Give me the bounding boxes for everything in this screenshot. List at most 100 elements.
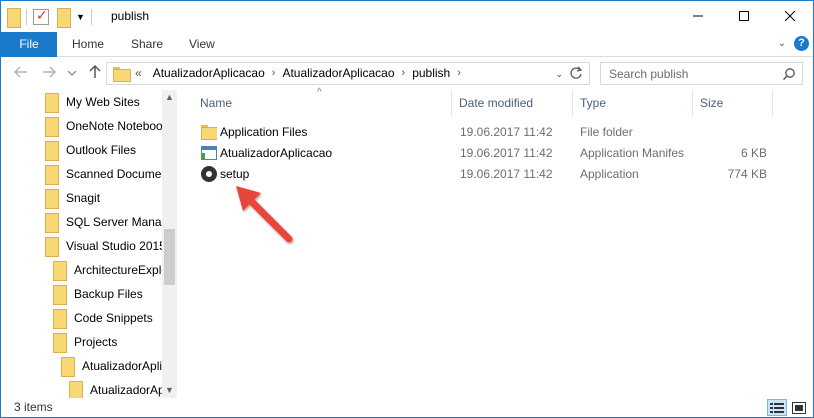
quick-access-toolbar: ▼ [7,7,98,28]
column-header-date-modified[interactable]: Date modified [459,90,533,116]
column-header-name[interactable]: Name [200,90,232,116]
customize-toolbar-dropdown[interactable]: ▼ [76,12,85,22]
forward-button[interactable] [41,64,57,80]
maximize-button[interactable] [721,1,767,31]
back-button[interactable] [13,64,29,80]
window-title: publish [111,9,150,23]
sidebar-item[interactable]: ArchitectureExplorer [53,258,162,282]
sidebar-item-label: OneNote Notebooks [66,119,162,133]
folder-icon [201,124,217,145]
sidebar-item[interactable]: Snagit [45,186,162,210]
divider[interactable] [451,90,452,116]
recent-locations-dropdown[interactable] [67,67,77,77]
minimize-button[interactable] [675,1,721,31]
chevron-right-icon[interactable]: › [457,63,461,84]
file-type: Application [580,167,639,181]
refresh-button[interactable] [569,66,583,83]
large-icons-view-icon [792,401,806,414]
table-row[interactable]: AtualizadorAplicacao 19.06.2017 11:42 Ap… [179,143,813,164]
up-button[interactable] [87,64,103,80]
sidebar-item-label: AtualizadorAplicacao [82,359,162,373]
folder-icon [45,117,59,137]
breadcrumb-overflow[interactable]: « [135,63,142,84]
chevron-down-icon [67,70,77,76]
file-size: 774 KB [727,167,767,181]
minimize-icon [693,15,703,17]
divider[interactable] [572,90,573,116]
scroll-up-icon[interactable]: ▲ [165,93,174,102]
folder-icon [45,93,59,113]
properties-icon[interactable] [33,7,49,25]
column-header-size[interactable]: Size [700,90,723,116]
ribbon-tabs: File Home Share View ⌄ ? [1,32,813,57]
explorer-window: ▼ publish File Home Share View ⌄ ? [0,0,814,418]
sidebar-scrollbar[interactable]: ▲ ▼ [162,90,177,398]
search-icon[interactable] [782,67,796,84]
file-size [699,122,767,143]
file-type: File folder [580,125,633,139]
folder-icon [53,333,67,353]
column-header-type[interactable]: Type [580,90,606,116]
folder-icon [113,67,131,82]
sidebar-item[interactable]: AtualizadorAplicacao [69,378,162,398]
divider[interactable] [772,90,773,116]
sidebar-item-label: Outlook Files [66,143,137,157]
divider [90,9,92,25]
sidebar-item-label: My Web Sites [66,95,140,109]
close-icon [785,11,795,21]
sidebar-item-label: Code Snippets [74,311,153,325]
close-button[interactable] [767,1,813,31]
search-box[interactable] [600,62,803,85]
tab-view[interactable]: View [189,32,215,57]
help-icon[interactable]: ? [794,36,809,51]
sidebar-item[interactable]: Backup Files [53,282,162,306]
details-view-button[interactable] [767,399,787,416]
expand-ribbon-icon[interactable]: ⌄ [778,38,786,49]
sidebar-item-label: Backup Files [74,287,143,301]
divider[interactable] [692,90,693,116]
breadcrumb-item[interactable]: AtualizadorAplicacao [153,63,265,84]
folder-icon [61,357,75,377]
folder-icon [45,237,59,257]
setup-icon [201,166,217,187]
file-name: Application Files [220,125,308,139]
navigation-pane: My Web Sites OneNote Notebooks Outlook F… [1,90,177,398]
chevron-right-icon[interactable]: › [272,63,276,84]
ribbon-right-controls: ⌄ ? [778,36,809,51]
scrollbar-thumb[interactable] [164,229,175,285]
address-dropdown-icon[interactable]: ⌄ [555,69,563,80]
search-input[interactable] [601,63,771,84]
file-date: 19.06.2017 11:42 [460,125,553,139]
sidebar-item[interactable]: AtualizadorAplicacao [61,354,162,378]
details-view-icon [770,402,784,413]
sidebar-item[interactable]: OneNote Notebooks [45,114,162,138]
tab-share[interactable]: Share [131,32,163,57]
item-count: 3 items [14,400,53,414]
refresh-icon [570,66,583,79]
back-arrow-icon [13,66,27,78]
folder-icon [45,189,59,209]
sidebar-item[interactable]: Outlook Files [45,138,162,162]
sidebar-item-label: SQL Server Management Studio [66,215,162,229]
scroll-down-icon[interactable]: ▼ [165,386,174,395]
chevron-right-icon[interactable]: › [402,63,406,84]
sort-ascending-icon: ^ [317,87,322,98]
breadcrumb-item[interactable]: AtualizadorAplicacao [282,63,394,84]
sidebar-item[interactable]: SQL Server Management Studio [45,210,162,234]
forward-arrow-icon [43,66,57,78]
folder-icon [53,285,67,305]
large-icons-view-button[interactable] [789,399,809,416]
new-folder-icon[interactable] [57,8,71,28]
sidebar-item[interactable]: Projects [53,330,162,354]
tab-file[interactable]: File [1,32,57,57]
sidebar-item[interactable]: Visual Studio 2015 [45,234,162,258]
tab-home[interactable]: Home [72,32,104,57]
folder-icon [45,141,59,161]
sidebar-item[interactable]: My Web Sites [45,90,162,114]
breadcrumb-item[interactable]: publish [412,63,450,84]
file-date: 19.06.2017 11:42 [460,167,553,181]
table-row[interactable]: Application Files 19.06.2017 11:42 File … [179,122,813,143]
sidebar-item[interactable]: Scanned Documents [45,162,162,186]
sidebar-item[interactable]: Code Snippets [53,306,162,330]
address-bar[interactable]: « AtualizadorAplicacao › AtualizadorApli… [106,62,590,85]
